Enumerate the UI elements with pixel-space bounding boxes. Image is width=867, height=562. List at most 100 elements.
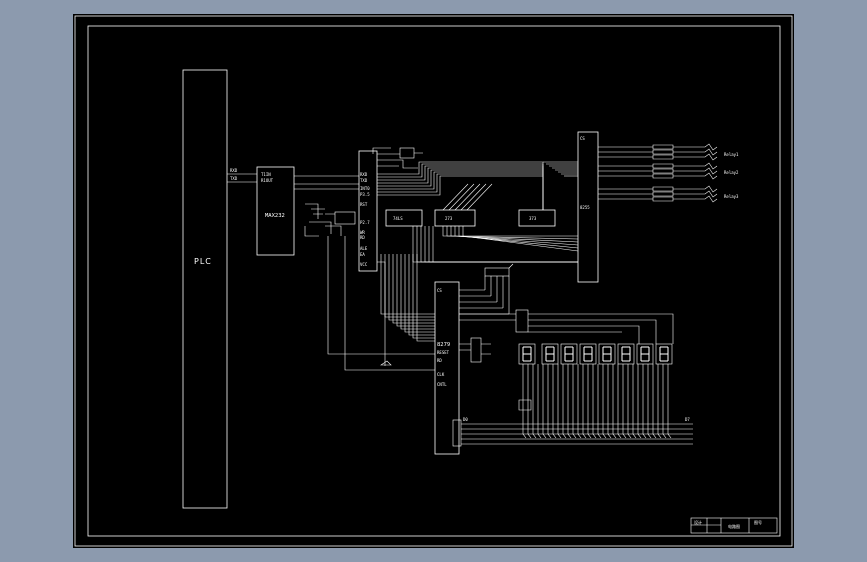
title-cell-1: 设计: [694, 519, 702, 525]
header-connector: [459, 263, 514, 315]
seven-segment-digit: [598, 343, 616, 365]
segment-line: [597, 364, 602, 439]
relay-resistor: [652, 163, 674, 169]
relay-resistor: [652, 186, 674, 192]
segment-line: [647, 364, 652, 439]
segment-line: [637, 364, 642, 439]
plc-label: PLC: [194, 257, 212, 266]
mcu-pin-p35: P3.5: [360, 192, 370, 197]
title-cell-2: 电路图: [728, 523, 740, 529]
seven-segment-digit: [518, 343, 536, 365]
latch-right-label: 373: [529, 216, 537, 221]
segment-line: [657, 364, 662, 439]
relay-coil: [673, 167, 718, 175]
relay-coil: [673, 172, 718, 180]
segment-line: [587, 364, 592, 439]
relay-resistor: [652, 154, 674, 160]
segment-line: [652, 364, 657, 439]
max232-pin-r1out: R1OUT: [261, 178, 274, 183]
decoder-chip: [459, 309, 674, 344]
max232-chip: T1IN R1OUT MAX232: [256, 166, 295, 256]
mcu-pin-p27: P2.7: [360, 220, 370, 225]
segment-line: [532, 364, 537, 439]
plc-rxd-label: RXD: [230, 168, 238, 173]
segment-line: [642, 364, 647, 439]
title-cell-3: 图号: [754, 519, 762, 525]
connector-label-d0: D0: [463, 417, 468, 422]
relay-output-group: [598, 143, 718, 203]
max232-label: MAX232: [265, 213, 285, 219]
address-bus-line: [396, 254, 435, 327]
data-bus-line: [377, 163, 544, 210]
diagonal-bus-line: [454, 183, 481, 211]
diagonal-bus-line: [466, 183, 493, 211]
latch-output-line: [454, 226, 579, 246]
relay-coil: [673, 190, 718, 198]
io8255-pin-cs: CS: [580, 136, 585, 141]
crystal-cluster: [304, 203, 356, 237]
control-wires: [327, 236, 435, 371]
segment-line: [622, 364, 627, 439]
address-bus-line: [416, 254, 435, 342]
segment-line: [627, 364, 632, 439]
relay-label-2: Relay2: [724, 170, 739, 175]
segment-line: [557, 364, 562, 439]
latch-chip-left: 74LS: [385, 209, 423, 227]
seven-segment-digit: [560, 343, 578, 365]
mcu-pin-vcc: VCC: [360, 262, 368, 267]
address-bus-line: [412, 254, 435, 339]
kb8279-pin-rd: RD: [437, 358, 442, 363]
kb8279-label: 8279: [437, 342, 450, 348]
kb8279-pin-cntl: CNTL: [437, 382, 447, 387]
data-bus-line: [377, 165, 544, 210]
seven-segment-digit: [579, 343, 597, 365]
relay-coil: [673, 148, 718, 156]
segment-line: [577, 364, 582, 439]
segment-line: [592, 364, 597, 439]
segment-line: [522, 364, 527, 439]
mcu-support-parts: [372, 147, 423, 169]
relay-resistor: [652, 191, 674, 197]
kb8279-pin-cs: CS: [437, 288, 442, 293]
diagonal-bus-line: [448, 183, 475, 211]
relay-label-1: Relay1: [724, 152, 739, 157]
inner-border: [87, 25, 781, 537]
relay-coil: [673, 185, 718, 193]
seven-segment-digit: [636, 343, 654, 365]
latch-mid-label: 273: [445, 216, 453, 221]
address-bus-line: [400, 254, 435, 330]
bottom-connector: D0 D7: [452, 417, 690, 447]
io8255-label: 8255: [580, 205, 590, 210]
latch-output-line: [412, 226, 578, 263]
latch-output-line: [424, 226, 578, 263]
latch-left-label: 74LS: [393, 216, 403, 221]
segment-line: [547, 364, 552, 439]
mcu-chip: RXD TXD INT0 P3.5 RST P2.7 WR RD ALE EA …: [358, 150, 378, 272]
seven-segment-digit: [617, 343, 635, 365]
outer-border: [74, 15, 793, 547]
segment-line: [582, 364, 587, 439]
segment-line: [617, 364, 622, 439]
mcu-pin-int0: INT0: [360, 186, 370, 191]
relay-label-3: Relay3: [724, 194, 739, 199]
relay-coil: [673, 162, 718, 170]
diagonal-bus-line: [460, 183, 487, 211]
segment-line: [552, 364, 557, 439]
latch-chip-right: 373: [518, 209, 556, 227]
seven-segment-digit: [655, 343, 673, 365]
mcu-pin-rst: RST: [360, 202, 368, 207]
latch-output-line: [428, 226, 578, 263]
mcu-data-bus: [377, 161, 579, 263]
address-bus-line: [388, 254, 435, 321]
relay-resistor: [652, 173, 674, 179]
segment-line: [602, 364, 607, 439]
plc-block: PLC: [182, 69, 228, 509]
max232-pin-t1in: T1IN: [261, 172, 271, 177]
mcu-pin-rxd: RXD: [360, 172, 368, 177]
plc-txd-label: TXD: [230, 176, 238, 181]
schematic-canvas: PLC RXD TXD T1IN R1OUT MAX232 RXD TXD IN…: [74, 15, 793, 547]
relay-coil: [673, 153, 718, 161]
seven-segment-display-group: [518, 343, 673, 365]
address-bus-line: [392, 254, 435, 324]
latch-chip-mid: 273: [434, 209, 476, 227]
